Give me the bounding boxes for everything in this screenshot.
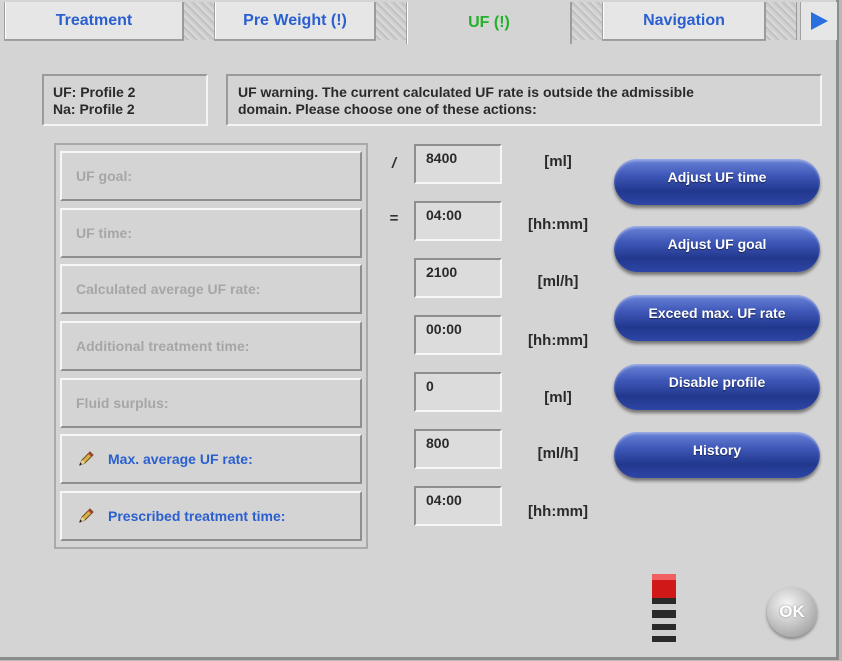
tab-uf[interactable]: UF (!) [406, 2, 572, 44]
warning-line-1: UF warning. The current calculated UF ra… [238, 84, 694, 100]
tab-separator [571, 2, 603, 40]
param-label: UF goal: [76, 168, 132, 184]
disable-profile-button[interactable]: Disable profile [614, 364, 820, 410]
na-profile-label: Na: Profile 2 [53, 101, 135, 117]
fluid-surplus-unit: [ml] [544, 389, 572, 406]
uf-screen: Treatment Pre Weight (!) UF (!) Navigati… [0, 0, 839, 660]
fluid-surplus-value: 0 [414, 372, 502, 412]
prescribed-treatment-time-value[interactable]: 04:00 [414, 486, 502, 526]
additional-treatment-time-value: 00:00 [414, 315, 502, 355]
tab-separator [765, 2, 797, 40]
calculated-uf-rate-value: 2100 [414, 258, 502, 298]
ok-button[interactable]: OK [767, 587, 817, 637]
param-additional-treatment-time: Additional treatment time: [60, 321, 362, 371]
pencil-icon [79, 508, 94, 523]
tab-pre-weight[interactable]: Pre Weight (!) [214, 2, 376, 41]
max-uf-rate-unit: [ml/h] [537, 445, 579, 462]
param-fluid-surplus: Fluid surplus: [60, 378, 362, 428]
uf-goal-unit: [ml] [544, 153, 572, 170]
param-label: UF time: [76, 225, 132, 241]
tab-navigation[interactable]: Navigation [602, 2, 766, 41]
tab-separator [183, 2, 215, 40]
param-prescribed-treatment-time[interactable]: Prescribed treatment time: [60, 491, 362, 541]
uf-profile-label: UF: Profile 2 [53, 84, 136, 100]
uf-time-unit: [hh:mm] [528, 216, 588, 233]
uf-warning-message: UF warning. The current calculated UF ra… [226, 74, 822, 126]
adjust-uf-goal-button[interactable]: Adjust UF goal [614, 226, 820, 272]
uf-goal-value: 8400 [414, 144, 502, 184]
divide-operator: / [391, 155, 397, 172]
warning-line-2: domain. Please choose one of these actio… [238, 101, 537, 117]
exceed-max-uf-rate-button[interactable]: Exceed max. UF rate [614, 295, 820, 341]
param-label: Calculated average UF rate: [76, 281, 261, 297]
play-arrow-right-icon [811, 12, 828, 30]
param-label: Prescribed treatment time: [108, 508, 286, 524]
param-uf-goal: UF goal: [60, 151, 362, 201]
param-label: Additional treatment time: [76, 338, 250, 354]
additional-treatment-time-unit: [hh:mm] [528, 332, 588, 349]
history-button[interactable]: History [614, 432, 820, 478]
calculated-uf-rate-unit: [ml/h] [537, 273, 579, 290]
param-label: Fluid surplus: [76, 395, 169, 411]
prescribed-treatment-time-unit: [hh:mm] [528, 503, 588, 520]
tab-bar: Treatment Pre Weight (!) UF (!) Navigati… [0, 0, 837, 44]
adjust-uf-time-button[interactable]: Adjust UF time [614, 159, 820, 205]
param-label: Max. average UF rate: [108, 451, 253, 467]
parameter-panel: UF goal: UF time: Calculated average UF … [54, 143, 368, 549]
uf-time-value: 04:00 [414, 201, 502, 241]
param-uf-time: UF time: [60, 208, 362, 258]
tab-next-button[interactable] [800, 2, 837, 40]
tab-separator [375, 2, 407, 40]
param-max-uf-rate[interactable]: Max. average UF rate: [60, 434, 362, 484]
pencil-icon [79, 451, 94, 466]
profile-info-box: UF: Profile 2 Na: Profile 2 [42, 74, 208, 126]
status-lamp-icon [652, 574, 676, 642]
tab-treatment[interactable]: Treatment [4, 2, 184, 41]
max-uf-rate-value[interactable]: 800 [414, 429, 502, 469]
equals-operator: = [389, 210, 399, 227]
param-calculated-uf-rate: Calculated average UF rate: [60, 264, 362, 314]
